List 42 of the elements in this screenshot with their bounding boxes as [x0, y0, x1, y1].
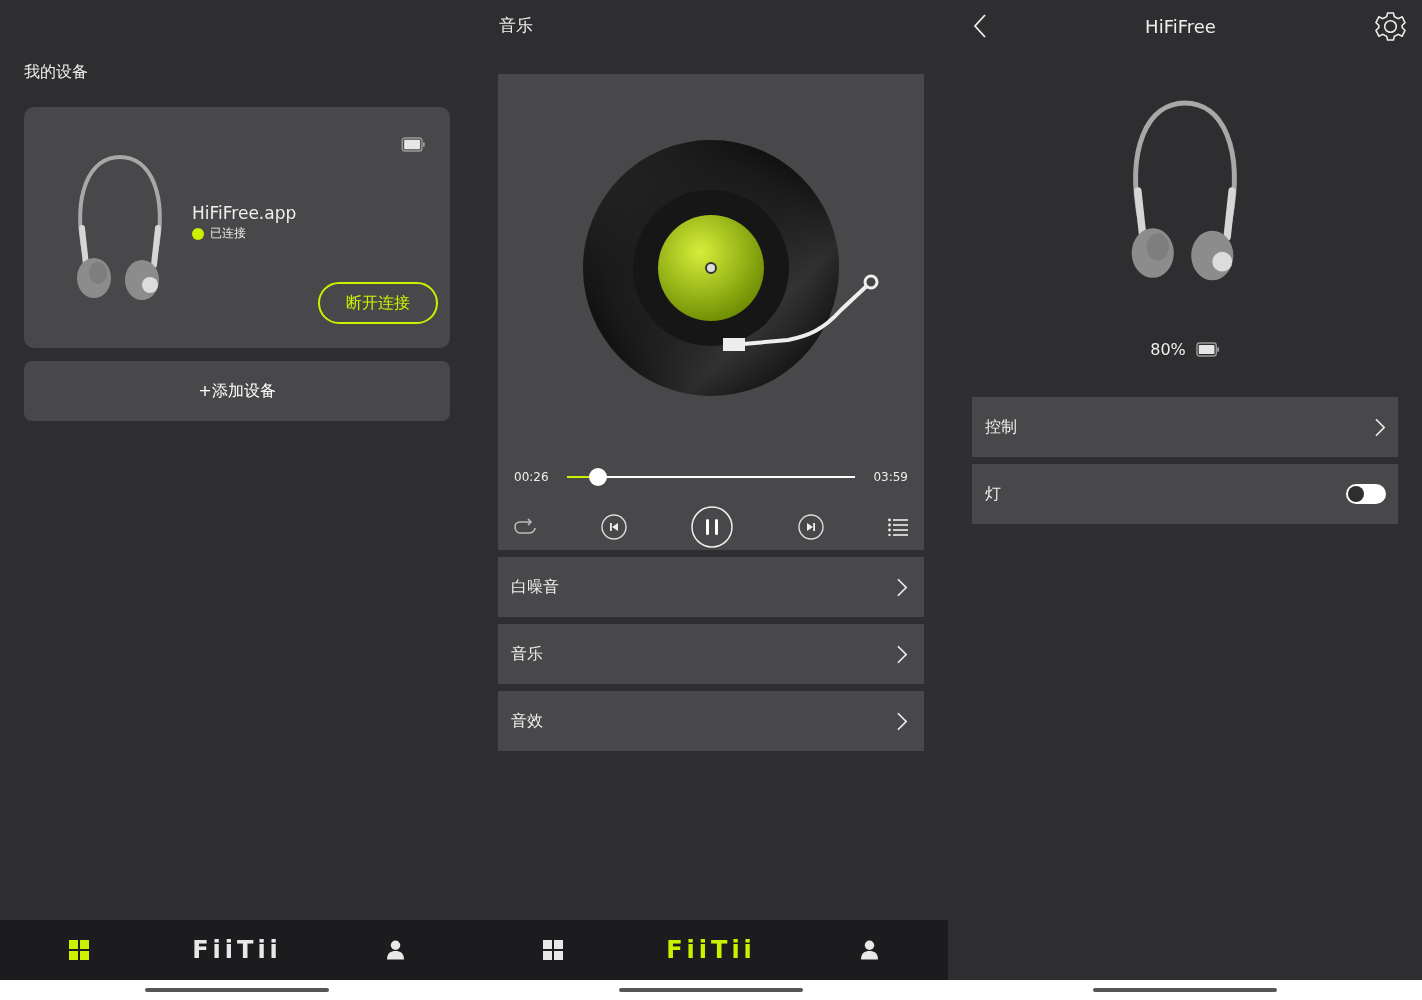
logo-tab[interactable]: FiiTii — [192, 936, 282, 964]
settings-icon[interactable] — [1375, 10, 1406, 42]
grid-icon[interactable] — [69, 940, 89, 960]
device-name: HiFiFree.app — [192, 203, 297, 223]
progress-thumb[interactable] — [589, 468, 608, 486]
battery-icon — [1195, 342, 1220, 357]
device-card[interactable]: HiFiFree.app 已连接 断开连接 — [24, 107, 450, 348]
battery-percentage: 80% — [1150, 340, 1186, 359]
previous-button-icon[interactable] — [600, 514, 627, 540]
next-button-icon[interactable] — [797, 514, 824, 540]
settings-row-label: 灯 — [985, 483, 1001, 505]
total-time: 03:59 — [873, 470, 908, 484]
screen-title: 音乐 — [499, 14, 534, 37]
logo-tab[interactable]: FiiTii — [666, 936, 756, 964]
progress-slider[interactable] — [566, 468, 856, 486]
chevron-right-icon — [897, 711, 908, 731]
playlist-icon[interactable] — [888, 518, 908, 536]
menu-item[interactable]: 音乐 — [498, 624, 924, 684]
screen-title: HiFiFree — [1145, 15, 1216, 37]
settings-row[interactable]: 控制 — [972, 397, 1398, 457]
menu-item-label: 白噪音 — [511, 576, 559, 598]
disconnect-button[interactable]: 断开连接 — [318, 282, 438, 324]
repeat-icon[interactable] — [514, 518, 536, 536]
chevron-right-icon — [897, 577, 908, 597]
chevron-right-icon — [897, 644, 908, 664]
settings-row-label: 控制 — [985, 416, 1017, 438]
battery-icon — [401, 137, 426, 152]
connection-status: 已连接 — [210, 225, 246, 242]
add-device-button[interactable]: +添加设备 — [24, 361, 450, 421]
page-heading: 我的设备 — [24, 61, 89, 83]
profile-icon[interactable] — [860, 940, 878, 960]
menu-item[interactable]: 音效 — [498, 691, 924, 751]
elapsed-time: 00:26 — [514, 470, 549, 484]
menu-item[interactable]: 白噪音 — [498, 557, 924, 617]
play-pause-icon[interactable] — [691, 506, 733, 548]
grid-icon[interactable] — [543, 940, 563, 960]
menu-item-label: 音乐 — [511, 643, 543, 665]
menu-item-label: 音效 — [511, 710, 543, 732]
profile-icon[interactable] — [386, 940, 404, 960]
chevron-right-icon — [1375, 417, 1386, 437]
light-toggle[interactable] — [1346, 484, 1386, 504]
back-icon[interactable] — [974, 14, 986, 38]
